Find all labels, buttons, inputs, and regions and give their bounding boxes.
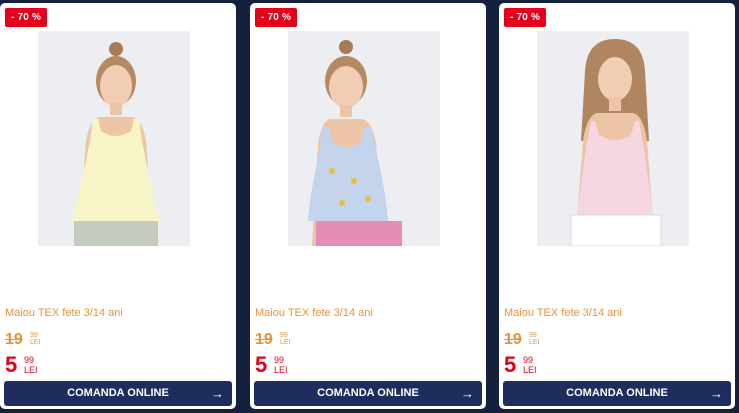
product-card[interactable]: - 70 % Maiou TEX fete 3/14 ani 19 99 LEI… — [0, 3, 236, 409]
new-price-integer: 5 — [504, 352, 517, 377]
product-card[interactable]: - 70 % Maiou TEX fete 3/14 ani 19 99 LEI… — [499, 3, 735, 409]
discount-badge: - 70 % — [504, 8, 547, 27]
old-price-integer: 19 — [255, 331, 273, 348]
product-image[interactable] — [38, 31, 190, 246]
order-online-button[interactable]: COMANDA ONLINE → — [4, 381, 232, 406]
order-online-button[interactable]: COMANDA ONLINE → — [254, 381, 482, 406]
discount-badge: - 70 % — [255, 8, 298, 27]
old-price-decimals: 99 — [30, 332, 38, 339]
product-card[interactable]: - 70 % Maiou TEX fete 3/14 ani 19 99 LEI — [250, 3, 486, 409]
product-grid: - 70 % Maiou TEX fete 3/14 ani 19 99 LEI… — [0, 0, 739, 413]
product-photo-illustration — [537, 31, 689, 246]
old-price-decimals: 99 — [280, 332, 288, 339]
product-image[interactable] — [537, 31, 689, 246]
new-price-currency: LEI — [523, 365, 537, 375]
product-photo-illustration — [38, 31, 190, 246]
product-title[interactable]: Maiou TEX fete 3/14 ani — [5, 306, 231, 320]
product-image[interactable] — [288, 31, 440, 246]
old-price-decimals: 99 — [529, 332, 537, 339]
product-title[interactable]: Maiou TEX fete 3/14 ani — [504, 306, 730, 320]
order-online-label: COMANDA ONLINE — [566, 387, 668, 399]
discount-badge: - 70 % — [5, 8, 48, 27]
new-price-currency: LEI — [24, 365, 38, 375]
arrow-right-icon: → — [710, 386, 723, 401]
new-price-decimals: 99 — [24, 355, 35, 365]
old-price-currency: LEI — [30, 339, 41, 346]
product-photo-illustration — [288, 31, 440, 246]
order-online-button[interactable]: COMANDA ONLINE → — [503, 381, 731, 406]
old-price-currency: LEI — [280, 339, 291, 346]
old-price-integer: 19 — [504, 331, 522, 348]
new-price-currency: LEI — [274, 365, 288, 375]
new-price-integer: 5 — [255, 352, 268, 377]
product-title[interactable]: Maiou TEX fete 3/14 ani — [255, 306, 481, 320]
arrow-right-icon: → — [211, 386, 224, 401]
new-price-decimals: 99 — [523, 355, 534, 365]
order-online-label: COMANDA ONLINE — [317, 387, 419, 399]
new-price-decimals: 99 — [274, 355, 285, 365]
new-price-integer: 5 — [5, 352, 18, 377]
arrow-right-icon: → — [461, 386, 474, 401]
order-online-label: COMANDA ONLINE — [67, 387, 169, 399]
old-price-currency: LEI — [529, 339, 540, 346]
old-price-integer: 19 — [5, 331, 23, 348]
